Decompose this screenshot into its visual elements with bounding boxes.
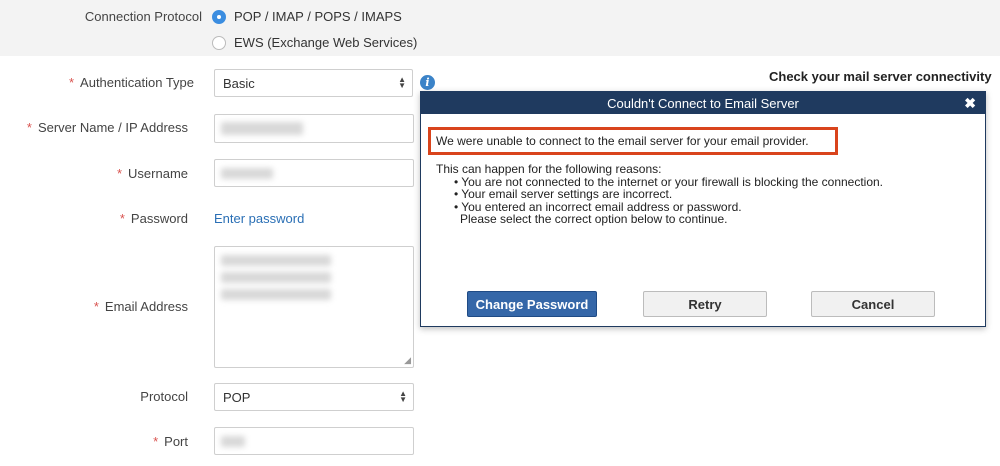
server-name-input[interactable]: [214, 114, 414, 143]
cancel-button[interactable]: Cancel: [811, 291, 935, 317]
protocol-option-pop-imap[interactable]: POP / IMAP / POPS / IMAPS: [212, 9, 402, 24]
resize-handle-icon[interactable]: ◢: [404, 355, 411, 366]
radio-unselected-icon[interactable]: [212, 35, 226, 50]
protocol-option-ews[interactable]: EWS (Exchange Web Services): [212, 35, 417, 50]
select-arrows-icon: ▲ ▼: [398, 75, 406, 90]
authentication-type-select[interactable]: Basic ▲ ▼: [214, 69, 413, 97]
password-label: * Password: [119, 211, 188, 226]
connection-protocol-label: Connection Protocol: [84, 9, 202, 24]
dialog-titlebar: Couldn't Connect to Email Server ✖: [421, 92, 985, 114]
port-label: * Port: [153, 434, 188, 449]
retry-button[interactable]: Retry: [643, 291, 767, 317]
dialog-title: Couldn't Connect to Email Server: [607, 95, 799, 111]
check-connectivity-title: Check your mail server connectivity: [769, 69, 992, 84]
instruction-text: Please select the correct option below t…: [460, 212, 728, 226]
reason-item: Your email server settings are incorrect…: [436, 188, 883, 201]
protocol-select[interactable]: POP ▲ ▼: [214, 383, 414, 411]
email-address-textarea[interactable]: ◢: [214, 246, 414, 368]
radio-selected-icon[interactable]: [212, 9, 226, 24]
enter-password-link[interactable]: Enter password: [214, 211, 304, 226]
reasons-list: This can happen for the following reason…: [436, 163, 883, 226]
username-label: * Username: [116, 166, 188, 181]
select-arrows-icon: ▲ ▼: [399, 389, 407, 404]
error-message-highlight: We were unable to connect to the email s…: [428, 127, 838, 155]
reasons-intro: This can happen for the following reason…: [436, 162, 662, 176]
info-icon[interactable]: i: [420, 75, 435, 90]
connection-error-dialog: Couldn't Connect to Email Server ✖ We we…: [420, 91, 986, 327]
close-icon[interactable]: ✖: [964, 95, 976, 112]
port-input[interactable]: [214, 427, 414, 455]
error-message: We were unable to connect to the email s…: [436, 134, 809, 148]
username-input[interactable]: [214, 159, 414, 187]
server-name-label: * Server Name / IP Address: [26, 120, 188, 135]
protocol-label: Protocol: [140, 389, 188, 404]
change-password-button[interactable]: Change Password: [467, 291, 597, 317]
email-address-label: * Email Address: [93, 299, 188, 314]
authentication-type-label: * Authentication Type: [68, 75, 194, 90]
